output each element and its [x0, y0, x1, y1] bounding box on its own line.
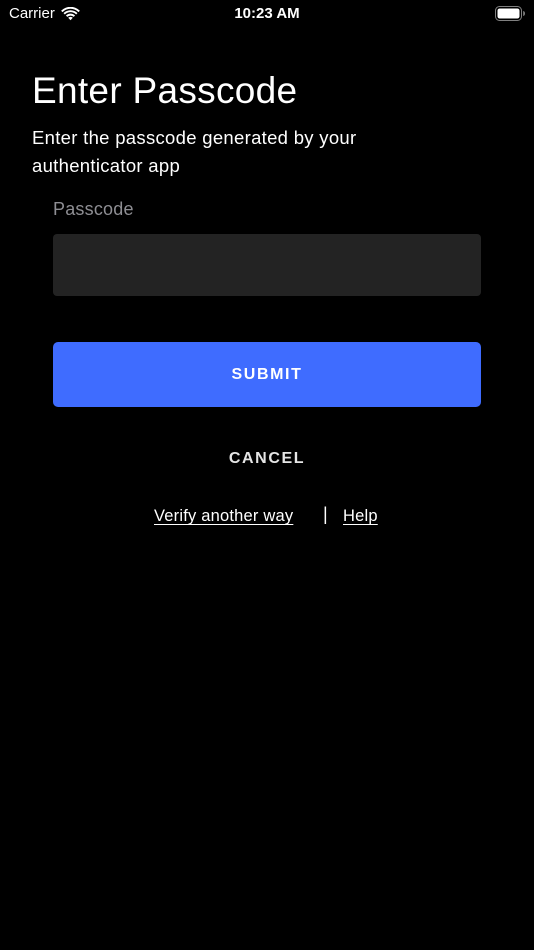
- battery-icon: [495, 6, 525, 21]
- verify-another-way-link[interactable]: Verify another way: [154, 505, 293, 527]
- page-title: Enter Passcode: [32, 70, 298, 111]
- page-subtitle: Enter the passcode generated by your aut…: [32, 127, 357, 176]
- status-time: 10:23 AM: [234, 5, 300, 22]
- help-link[interactable]: Help: [343, 505, 378, 527]
- passcode-label: Passcode: [53, 199, 134, 219]
- passcode-input[interactable]: [53, 234, 481, 296]
- alternate-links: Verify another way | Help: [0, 504, 534, 529]
- link-separator: |: [323, 504, 328, 524]
- status-bar: Carrier 10:23 AM: [0, 0, 534, 28]
- cancel-button[interactable]: CANCEL: [167, 440, 367, 478]
- submit-button[interactable]: SUBMIT: [53, 342, 481, 407]
